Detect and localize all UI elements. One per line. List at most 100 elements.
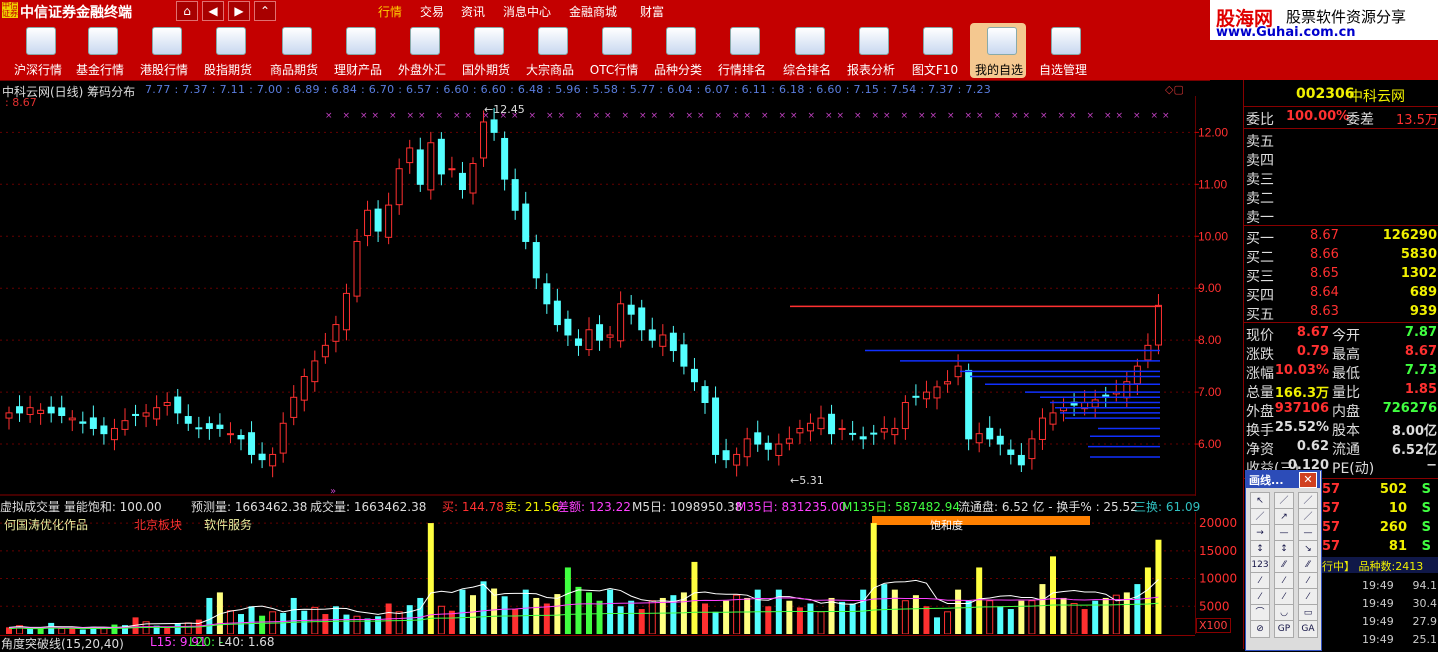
toolbar-item-9[interactable]: OTC行情 [582, 61, 646, 78]
stat-row: 外盘 937106 内盘 726276 [1244, 400, 1438, 420]
toolbar-item-11[interactable]: 行情排名 [710, 61, 774, 78]
ask-row[interactable]: 卖四 [1244, 149, 1438, 169]
toolbar-item-8[interactable]: 大宗商品 [518, 61, 582, 78]
ask-row[interactable]: 卖五 [1244, 130, 1438, 150]
toolbar-icon-4[interactable] [282, 27, 312, 55]
candle-body [58, 407, 66, 416]
bid-price: 8.66 [1310, 247, 1339, 262]
toolbar-item-13[interactable]: 报表分析 [839, 61, 903, 78]
toolbar-item-14[interactable]: 图文F10 [903, 61, 967, 78]
signal-marker: × [854, 111, 862, 121]
toolbar-icon-11[interactable] [730, 27, 760, 55]
menu-mall[interactable]: 金融商城 [569, 3, 617, 20]
bid-row[interactable]: 买一 8.67 126290 [1244, 227, 1438, 247]
stat-value: 0.62 [1296, 439, 1329, 454]
toolbar-icon-16[interactable] [1051, 27, 1081, 55]
toolbar-item-7[interactable]: 国外期货 [454, 61, 518, 78]
toolbar-item-15[interactable]: 我的自选 [967, 61, 1031, 78]
toolbar-item-5[interactable]: 理财产品 [326, 61, 390, 78]
forward-button[interactable]: ▶ [228, 1, 250, 21]
bid-row[interactable]: 买三 8.65 1302 [1244, 265, 1438, 285]
toolbar-icon-3[interactable] [216, 27, 246, 55]
menu-news[interactable]: 资讯 [461, 3, 485, 20]
toolbar-icon-6[interactable] [410, 27, 440, 55]
draw-tool-icon[interactable]: ⊘ [1250, 620, 1270, 638]
toolbar-icon-15[interactable] [987, 27, 1017, 55]
market-tab[interactable]: 行中】 品种数:2413 [1322, 558, 1423, 574]
home-button[interactable]: ⌂ [176, 1, 198, 21]
stat-value: 1.85 [1404, 382, 1437, 397]
draw-tool-icon[interactable]: GP [1274, 620, 1294, 638]
toolbar-item-1[interactable]: 基金行情 [68, 61, 132, 78]
bid-volume: 689 [1409, 285, 1437, 300]
stat-label: 现价 [1246, 328, 1274, 344]
toolbar-icon-12[interactable] [795, 27, 825, 55]
menu-trade[interactable]: 交易 [420, 3, 444, 20]
toolbar-icon-13[interactable] [859, 27, 889, 55]
stock-name: 中科云网 [1349, 89, 1405, 105]
signal-marker: × [901, 111, 909, 121]
volume-bar [638, 609, 645, 634]
stat-label: 内盘 [1332, 404, 1360, 420]
volume-chart[interactable] [0, 512, 1195, 634]
toolbar-icon-0[interactable] [26, 27, 56, 55]
bid-row[interactable]: 买二 8.66 5830 [1244, 246, 1438, 266]
signal-marker: × [593, 111, 601, 121]
volume-bar [944, 611, 952, 634]
toolbar-icon-5[interactable] [346, 27, 376, 55]
toolbar-icon-14[interactable] [923, 27, 953, 55]
back-button[interactable]: ◀ [202, 1, 224, 21]
toolbar-item-2[interactable]: 港股行情 [132, 61, 196, 78]
bid-row[interactable]: 买四 8.64 689 [1244, 284, 1438, 304]
candle-body [606, 334, 614, 338]
volume-bar [280, 612, 287, 634]
signal-marker: × [947, 111, 955, 121]
close-icon[interactable]: ✕ [1299, 472, 1317, 488]
signal-marker: × [343, 111, 351, 121]
ask-row[interactable]: 卖三 [1244, 168, 1438, 188]
saturation-bar [872, 516, 1090, 525]
toolbar-item-0[interactable]: 沪深行情 [6, 61, 70, 78]
volume-bar [786, 600, 793, 634]
toolbar-item-6[interactable]: 外盘外汇 [390, 61, 454, 78]
ask-row[interactable]: 卖二 [1244, 187, 1438, 207]
toolbar-icon-8[interactable] [538, 27, 568, 55]
candle-body [712, 397, 720, 455]
time-value: 25.1 [1412, 633, 1438, 646]
menu-messages[interactable]: 消息中心 [503, 3, 551, 20]
toolbar-icon-7[interactable] [474, 27, 504, 55]
price-axis: 12.00 11.00 10.00 9.00 8.00 7.00 6.00 [1195, 96, 1228, 496]
candle-body [553, 300, 561, 326]
menu-wealth[interactable]: 财富 [640, 3, 664, 20]
toolbar-item-12[interactable]: 综合排名 [775, 61, 839, 78]
toolbar-icon-1[interactable] [88, 27, 118, 55]
signal-marker: × [918, 111, 926, 121]
toolbar-item-4[interactable]: 商品期货 [262, 61, 326, 78]
collapse-button[interactable]: ⌃ [254, 1, 276, 21]
candlestick-chart[interactable]: × × × × × × × × × × × × × × × × × × × × × × × × × × × × × × × × × × × × × × × ×… [0, 96, 1195, 496]
toolbar-icon-9[interactable] [602, 27, 632, 55]
bid-label: 买四 [1246, 288, 1274, 304]
stat-row: 涨跌 0.79 最高 8.67 [1244, 343, 1438, 363]
stat-label: PE(动) [1332, 461, 1375, 477]
volume-bar [712, 611, 719, 634]
menu-quotes[interactable]: 行情 [378, 3, 402, 20]
toolbar-item-10[interactable]: 品种分类 [646, 61, 710, 78]
volume-bar [1070, 603, 1078, 634]
volume-bar [1102, 597, 1109, 634]
candle-body [490, 119, 498, 133]
chart-settings-icon[interactable]: ◇▢ [1165, 83, 1184, 96]
toolbar-icon-2[interactable] [152, 27, 182, 55]
toolbar-item-16[interactable]: 自选管理 [1031, 61, 1095, 78]
toolbar-icon-10[interactable] [666, 27, 696, 55]
volume-bar [986, 600, 994, 634]
toolbar-item-3[interactable]: 股指期货 [196, 61, 260, 78]
stat-value: 166.3万 [1274, 386, 1329, 401]
candle-body [817, 417, 825, 430]
time-label: 19:49 [1362, 579, 1394, 592]
draw-tool-icon[interactable]: GA [1298, 620, 1318, 638]
bid-row[interactable]: 买五 8.63 939 [1244, 303, 1438, 323]
signal-marker: × [837, 111, 845, 121]
ask-row[interactable]: 卖一 [1244, 206, 1438, 226]
signal-marker: × [639, 111, 647, 121]
